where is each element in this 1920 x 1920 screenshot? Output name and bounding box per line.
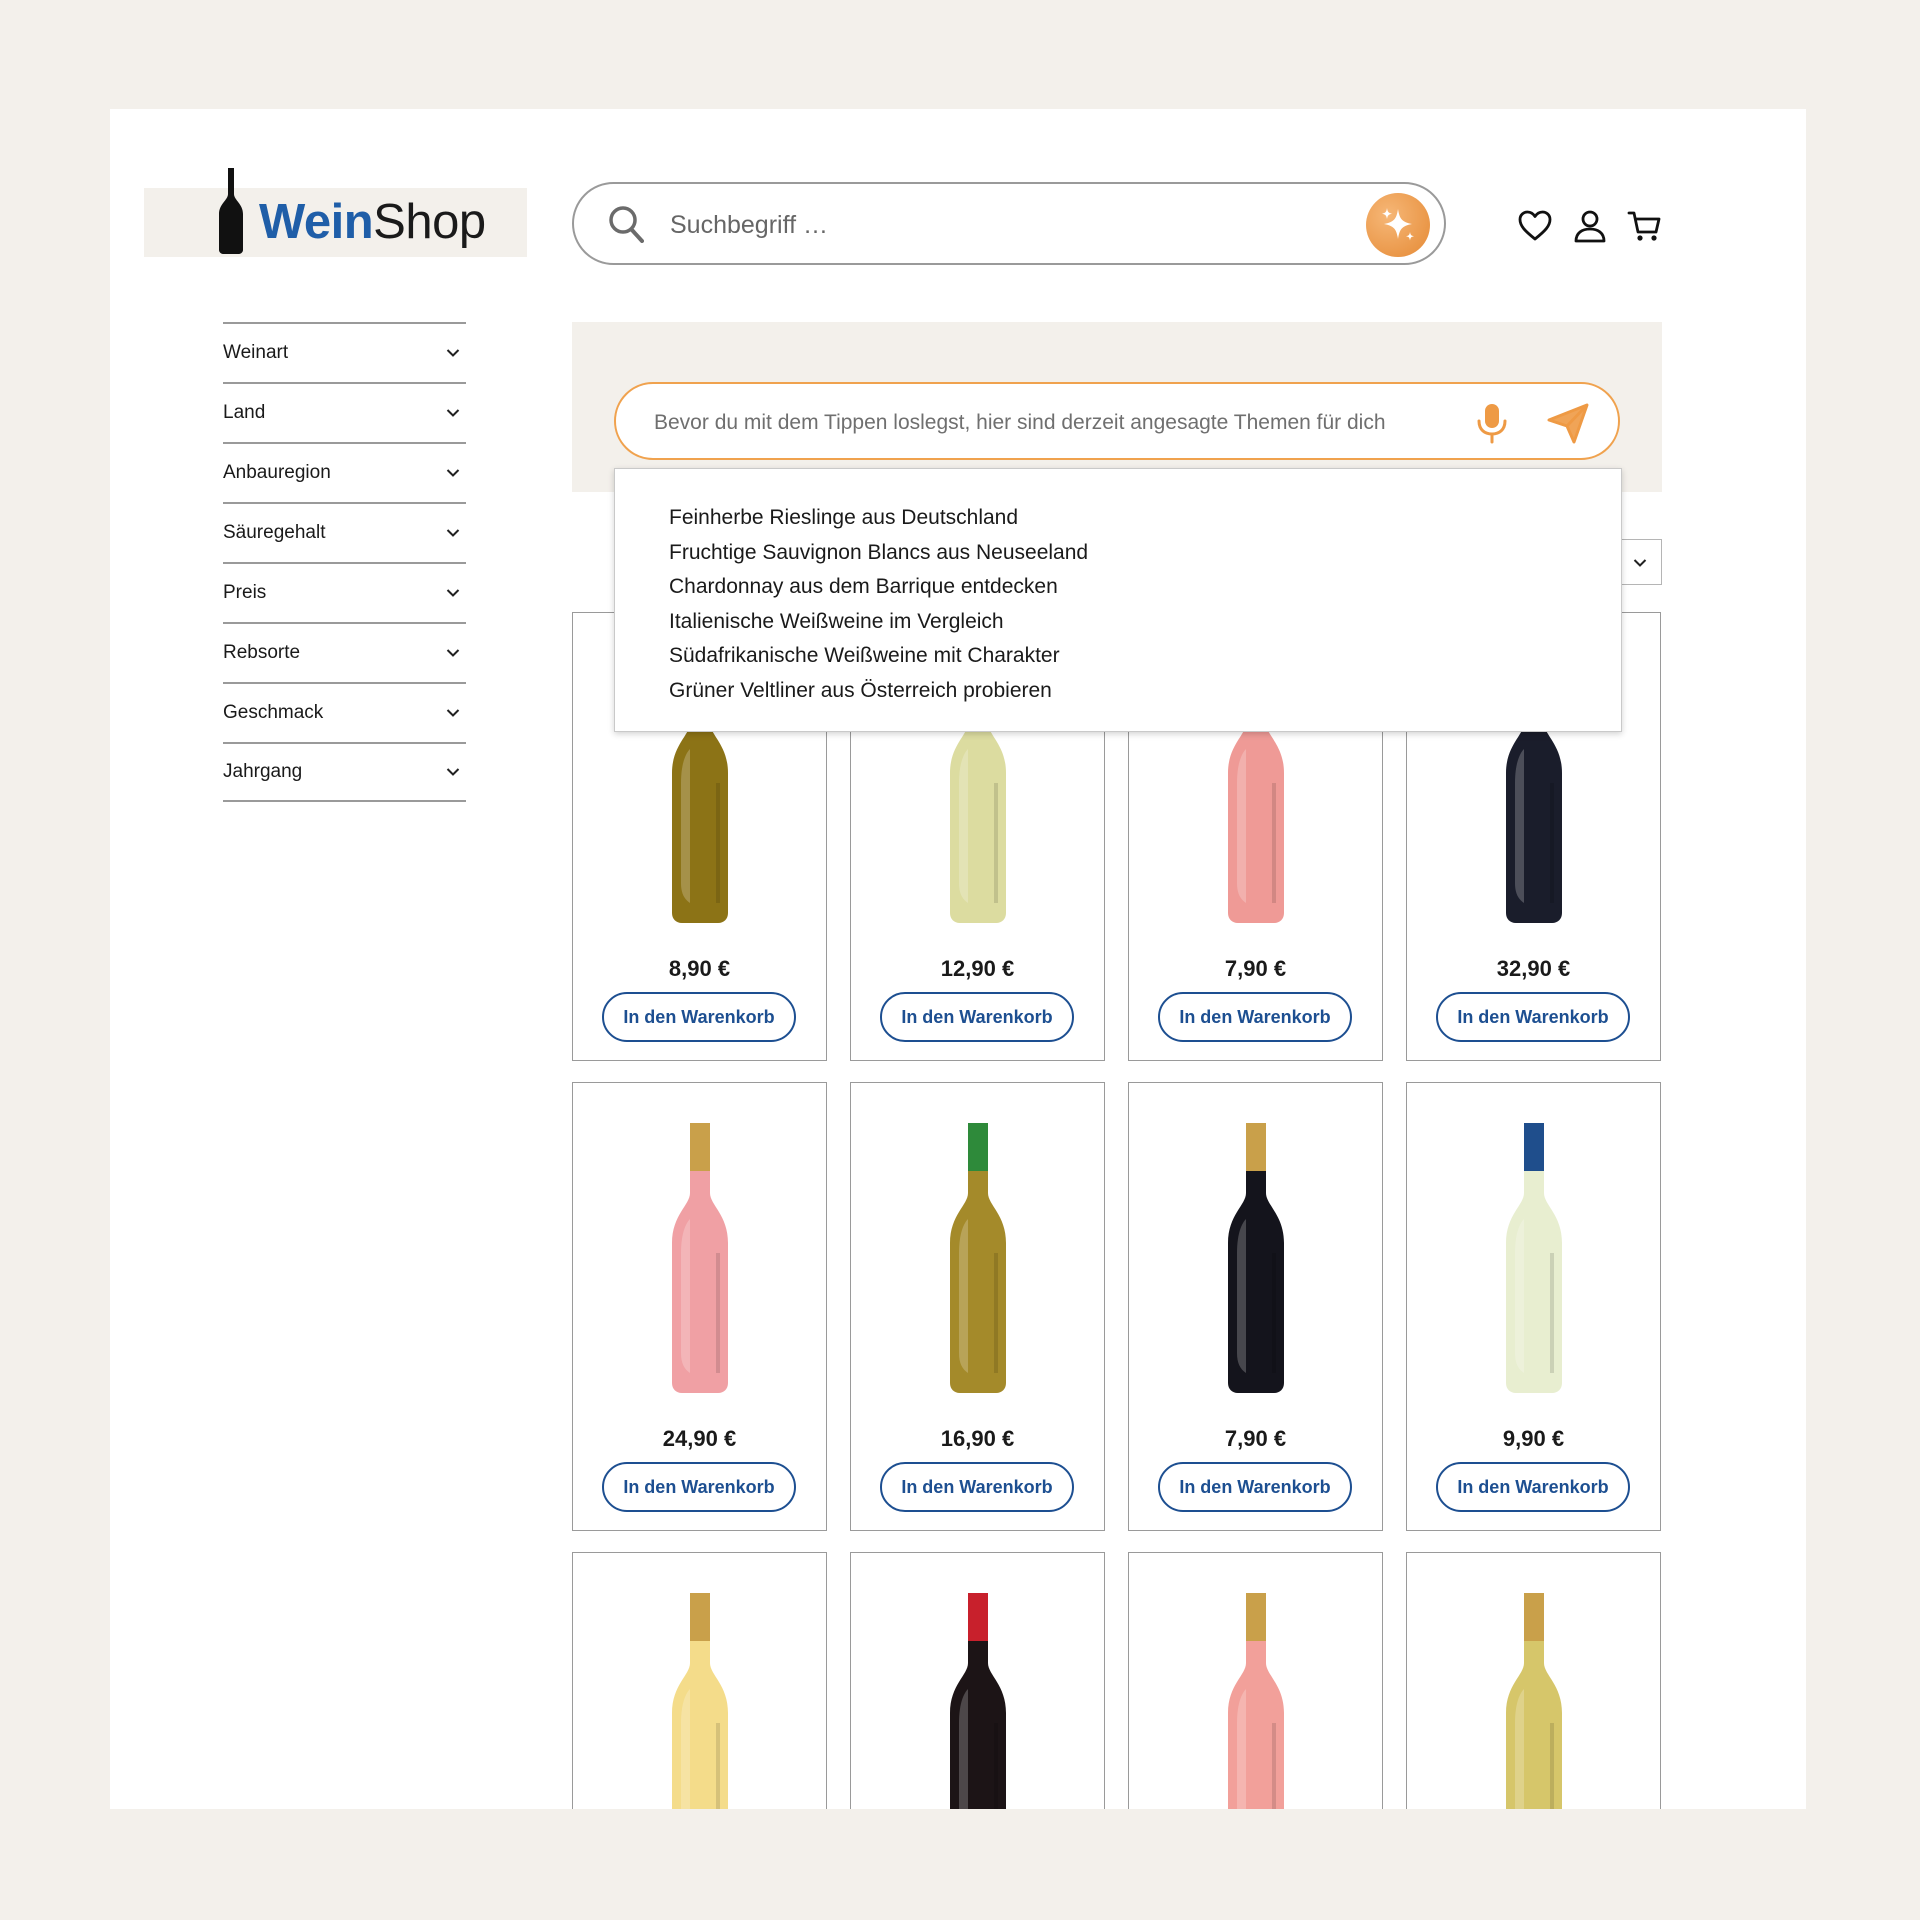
page: WeinShop Suchbegriff … Weinart Land Anba… <box>110 109 1806 1809</box>
product-price: 12,90 € <box>940 956 1015 981</box>
wine-bottle-image <box>1227 1593 1284 1809</box>
product-card[interactable]: 9,90 € In den Warenkorb <box>1406 1082 1661 1531</box>
filter-sidebar: Weinart Land Anbauregion Säuregehalt Preis Re… <box>223 322 466 802</box>
product-card[interactable] <box>1128 1552 1383 1809</box>
product-card[interactable] <box>850 1552 1105 1809</box>
product-price: 24,90 € <box>662 1426 737 1451</box>
chevron-down-icon <box>1633 559 1647 567</box>
suggestion-list: Feinherbe Rieslinge aus Deutschland Fruch… <box>615 469 1621 708</box>
account-button[interactable] <box>1572 208 1608 244</box>
heart-icon <box>1518 210 1552 241</box>
ai-assistant-button[interactable] <box>1366 193 1430 257</box>
suggestion-item[interactable]: Italienische Weißweine im Vergleich <box>669 605 1621 640</box>
search-icon <box>609 206 644 243</box>
filter-label: Preis <box>223 582 267 603</box>
search-bar <box>572 182 1446 265</box>
add-to-cart-button[interactable]: In den Warenkorb <box>1158 992 1352 1042</box>
send-icon[interactable] <box>1546 402 1590 444</box>
product-price: 7,90 € <box>1224 1426 1287 1451</box>
add-to-cart-button[interactable]: In den Warenkorb <box>602 1462 796 1512</box>
add-to-cart-button[interactable]: In den Warenkorb <box>1436 1462 1630 1512</box>
user-icon <box>1574 210 1606 243</box>
filter-1[interactable]: Weinart <box>223 322 466 382</box>
filter-label: Geschmack <box>223 702 324 723</box>
wine-bottle-image <box>1505 1123 1562 1393</box>
suggestion-item[interactable]: Fruchtige Sauvignon Blancs aus Neuseelan… <box>669 536 1621 571</box>
filter-2[interactable]: Land <box>223 382 466 442</box>
logo-wein: Wein <box>259 195 374 249</box>
assistant-input[interactable]: Bevor du mit dem Tippen loslegst, hier s… <box>614 382 1620 460</box>
chevron-down-icon <box>446 709 460 717</box>
product-price: 16,90 € <box>940 1426 1015 1451</box>
wine-bottle-image <box>949 1123 1006 1393</box>
wine-bottle-image <box>949 1593 1006 1809</box>
filter-label: Jahrgang <box>223 761 303 782</box>
wine-bottle-image <box>671 1123 728 1393</box>
wishlist-button[interactable] <box>1517 208 1553 244</box>
chevron-down-icon <box>446 469 460 477</box>
filter-3[interactable]: Anbauregion <box>223 442 466 502</box>
wine-bottle-icon <box>219 168 243 254</box>
suggestion-item[interactable]: Feinherbe Rieslinge aus Deutschland <box>669 501 1621 536</box>
filter-label: Land <box>223 402 266 423</box>
suggestion-dropdown: Feinherbe Rieslinge aus Deutschland Fruch… <box>614 468 1622 732</box>
chevron-down-icon <box>446 768 460 776</box>
logo-text: WeinShop <box>259 196 486 248</box>
filter-4[interactable]: Säuregehalt <box>223 502 466 562</box>
product-price: 32,90 € <box>1496 956 1571 981</box>
wine-bottle-image <box>671 1593 728 1809</box>
filter-7[interactable]: Geschmack <box>223 682 466 742</box>
wine-bottle-image <box>1227 1123 1284 1393</box>
search-input[interactable] <box>668 204 1312 246</box>
chevron-down-icon <box>446 409 460 417</box>
product-card[interactable]: 16,90 € In den Warenkorb <box>850 1082 1105 1531</box>
product-card[interactable]: 24,90 € In den Warenkorb <box>572 1082 827 1531</box>
add-to-cart-button[interactable]: In den Warenkorb <box>1436 992 1630 1042</box>
product-price: 8,90 € <box>668 956 731 981</box>
filter-8[interactable]: Jahrgang <box>223 742 466 802</box>
add-to-cart-button[interactable]: In den Warenkorb <box>880 992 1074 1042</box>
product-card[interactable]: 7,90 € In den Warenkorb <box>1128 1082 1383 1531</box>
microphone-icon[interactable] <box>1474 402 1510 444</box>
product-card[interactable] <box>572 1552 827 1809</box>
product-price: 9,90 € <box>1502 1426 1565 1451</box>
filter-6[interactable]: Rebsorte <box>223 622 466 682</box>
logo-shop: Shop <box>373 195 486 249</box>
product-price: 7,90 € <box>1224 956 1287 981</box>
product-card[interactable] <box>1406 1552 1661 1809</box>
cart-icon <box>1627 211 1661 241</box>
filter-5[interactable]: Preis <box>223 562 466 622</box>
cart-button[interactable] <box>1627 208 1663 244</box>
filter-label: Säuregehalt <box>223 522 326 543</box>
add-to-cart-button[interactable]: In den Warenkorb <box>602 992 796 1042</box>
add-to-cart-button[interactable]: In den Warenkorb <box>1158 1462 1352 1512</box>
filter-label: Weinart <box>223 342 289 363</box>
filter-label: Anbauregion <box>223 462 331 483</box>
chevron-down-icon <box>446 529 460 537</box>
add-to-cart-button[interactable]: In den Warenkorb <box>880 1462 1074 1512</box>
filter-label: Rebsorte <box>223 642 301 663</box>
logo[interactable]: WeinShop <box>144 168 527 257</box>
chevron-down-icon <box>446 649 460 657</box>
assistant-placeholder: Bevor du mit dem Tippen loslegst, hier s… <box>654 411 1386 434</box>
suggestion-item[interactable]: Chardonnay aus dem Barrique entdecken <box>669 570 1621 605</box>
suggestion-item[interactable]: Grüner Veltliner aus Österreich probiere… <box>669 674 1621 709</box>
chevron-down-icon <box>446 589 460 597</box>
suggestion-item[interactable]: Südafrikanische Weißweine mit Charakter <box>669 639 1621 674</box>
sparkle-icon <box>1382 208 1414 241</box>
wine-bottle-image <box>1505 1593 1562 1809</box>
chevron-down-icon <box>446 349 460 357</box>
